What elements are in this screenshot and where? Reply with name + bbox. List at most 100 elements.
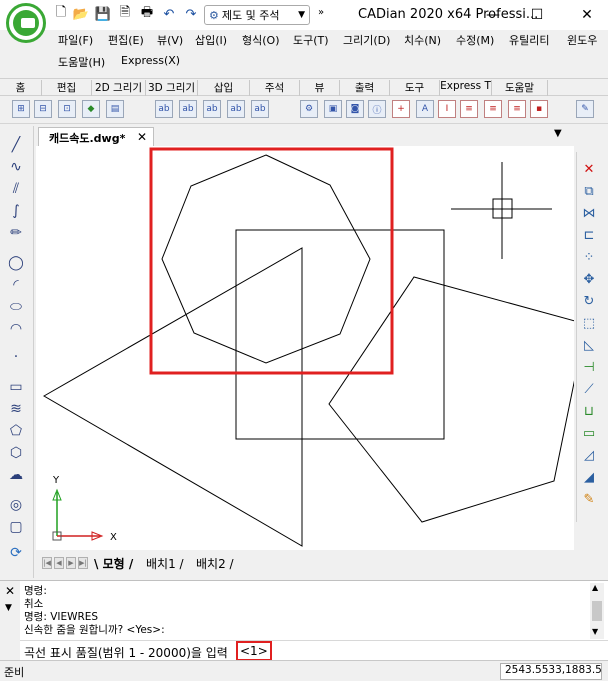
menu-utility[interactable]: 유틸리티 <box>509 32 549 48</box>
layer-icon[interactable]: ◆ <box>82 100 100 118</box>
drawing-canvas[interactable]: Y X <box>36 146 574 550</box>
layout-tab-model[interactable]: \ 모형 / <box>94 555 133 572</box>
extra-tool-icon[interactable]: ✎ <box>576 100 594 118</box>
delete-icon[interactable]: ✕ <box>580 160 598 178</box>
camera-icon[interactable]: ◙ <box>346 100 364 118</box>
elliptical-arc-icon[interactable]: ◠ <box>7 320 25 338</box>
donut-icon[interactable]: ◎ <box>7 496 25 514</box>
undo-icon[interactable]: ↶ <box>160 5 178 23</box>
triangle-shape[interactable] <box>43 247 303 547</box>
menu-tools[interactable]: 도구(T) <box>293 32 329 48</box>
save-tool-icon[interactable]: ▪ <box>530 100 548 118</box>
rectangle-icon[interactable]: ▭ <box>7 378 25 396</box>
cloud-shape-icon[interactable]: ☁ <box>7 466 25 484</box>
print-icon[interactable]: 🖶 <box>138 5 156 23</box>
freehand-icon[interactable]: ✏ <box>7 224 25 242</box>
app-logo-icon[interactable] <box>6 3 46 43</box>
command-default-value[interactable]: <1> <box>236 641 272 661</box>
point-icon[interactable]: · <box>7 348 25 366</box>
ribbon-tab-tools[interactable]: 도구 <box>390 80 440 96</box>
ribbon-tab-insert[interactable]: 삽입 <box>198 80 250 96</box>
line-icon[interactable]: ╱ <box>7 136 25 154</box>
set-tool-3-icon[interactable]: ≡ <box>508 100 526 118</box>
document-close-icon[interactable]: ✕ <box>137 130 147 144</box>
scroll-thumb[interactable] <box>592 601 602 621</box>
dim-tool-5-icon[interactable]: ab <box>251 100 269 118</box>
maximize-button[interactable]: ☐ <box>522 4 552 26</box>
document-tab[interactable]: 캐드속도.dwg* ✕ <box>38 127 154 146</box>
redo-icon[interactable]: ↷ <box>182 5 200 23</box>
scroll-down-icon[interactable]: ▼ <box>592 627 598 636</box>
ribbon-tab-3d-draw[interactable]: 3D 그리기 <box>146 80 198 96</box>
command-scrollbar[interactable]: ▲ ▼ <box>590 583 604 639</box>
double-line-icon[interactable]: ⫽ <box>7 180 25 198</box>
scroll-up-icon[interactable]: ▲ <box>592 583 598 592</box>
prev-layout-icon[interactable]: ◀ <box>54 557 64 569</box>
octagon-shape[interactable] <box>161 154 371 364</box>
menu-express[interactable]: Express(X) <box>121 54 180 67</box>
set-tool-1-icon[interactable]: ≡ <box>460 100 478 118</box>
break-icon[interactable]: ▭ <box>580 424 598 442</box>
ribbon-tab-output[interactable]: 출력 <box>340 80 390 96</box>
chamfer-icon[interactable]: ◿ <box>580 446 598 464</box>
command-menu-icon[interactable]: ▼ <box>5 603 12 613</box>
menu-file[interactable]: 파일(F) <box>58 32 93 48</box>
arc-icon[interactable]: ◜ <box>7 276 25 294</box>
stretch-icon[interactable]: ◺ <box>580 336 598 354</box>
revcloud-icon[interactable]: ≋ <box>7 400 25 418</box>
circle-icon[interactable]: ◯ <box>7 254 25 272</box>
workspace-combo[interactable]: ⚙ 제도 및 주석 ▼ <box>204 5 310 25</box>
offset-icon[interactable]: ⊏ <box>580 226 598 244</box>
wipeout-icon[interactable]: ▢ <box>7 518 25 536</box>
dim-tool-4-icon[interactable]: ab <box>227 100 245 118</box>
ribbon-tab-express[interactable]: Express T <box>440 80 492 96</box>
menu-help[interactable]: 도움말(H) <box>58 54 105 70</box>
set-tool-2-icon[interactable]: ≡ <box>484 100 502 118</box>
scale-icon[interactable]: ⬚ <box>580 314 598 332</box>
refresh-icon[interactable]: ⟳ <box>7 544 25 562</box>
ribbon-tab-2d-draw[interactable]: 2D 그리기 <box>92 80 146 96</box>
polyline-icon[interactable]: ∿ <box>7 158 25 176</box>
save-icon[interactable]: 💾 <box>94 5 112 23</box>
new-file-icon[interactable]: 🗋 <box>52 5 70 23</box>
ribbon-tab-edit[interactable]: 편집 <box>42 80 92 96</box>
first-layout-icon[interactable]: |◀ <box>42 557 52 569</box>
pentagon-shape[interactable] <box>328 276 574 523</box>
menu-window[interactable]: 윈도우 <box>567 32 597 48</box>
entity-snap-icon[interactable]: ⊡ <box>58 100 76 118</box>
array-icon[interactable]: ⁘ <box>580 248 598 266</box>
minimize-button[interactable]: — <box>478 4 508 26</box>
copy-icon[interactable]: ⧉ <box>580 182 598 200</box>
menu-edit[interactable]: 편집(E) <box>108 32 144 48</box>
command-close-icon[interactable]: ✕ <box>5 584 15 598</box>
add-set-icon[interactable]: + <box>392 100 410 118</box>
qa-overflow-icon[interactable]: » <box>318 7 324 18</box>
menu-insert[interactable]: 삽입(I) <box>195 32 227 48</box>
layout-tab-layout1[interactable]: 배치1 / <box>146 555 184 572</box>
snap-settings-icon[interactable]: ⊞ <box>12 100 30 118</box>
save-as-icon[interactable]: 🗎 <box>116 5 134 23</box>
dim-tool-2-icon[interactable]: ab <box>179 100 197 118</box>
menu-dimension[interactable]: 치수(N) <box>404 32 441 48</box>
ellipse-icon[interactable]: ⬭ <box>7 298 25 316</box>
ribbon-tab-home[interactable]: 홈 <box>0 80 42 96</box>
close-button[interactable]: ✕ <box>572 4 602 26</box>
dim-tool-3-icon[interactable]: ab <box>203 100 221 118</box>
fillet-icon[interactable]: ◢ <box>580 468 598 486</box>
menu-format[interactable]: 형식(O) <box>242 32 279 48</box>
insert-text-icon[interactable]: I <box>438 100 456 118</box>
polygon-icon[interactable]: ⬠ <box>7 422 25 440</box>
region-icon[interactable]: ⬡ <box>7 444 25 462</box>
dim-tool-1-icon[interactable]: ab <box>155 100 173 118</box>
grid-settings-icon[interactable]: ⊟ <box>34 100 52 118</box>
menu-modify[interactable]: 수정(M) <box>456 32 494 48</box>
document-list-dropdown-icon[interactable]: ▼ <box>554 128 562 139</box>
extend-icon[interactable]: ⊔ <box>580 402 598 420</box>
move-icon[interactable]: ✥ <box>580 270 598 288</box>
next-layout-icon[interactable]: ▶ <box>66 557 76 569</box>
rotate-icon[interactable]: ↻ <box>580 292 598 310</box>
menu-view[interactable]: 뷰(V) <box>157 32 183 48</box>
ribbon-tab-view[interactable]: 뷰 <box>300 80 340 96</box>
lengthen-icon[interactable]: ⊣ <box>580 358 598 376</box>
text-icon[interactable]: A <box>416 100 434 118</box>
